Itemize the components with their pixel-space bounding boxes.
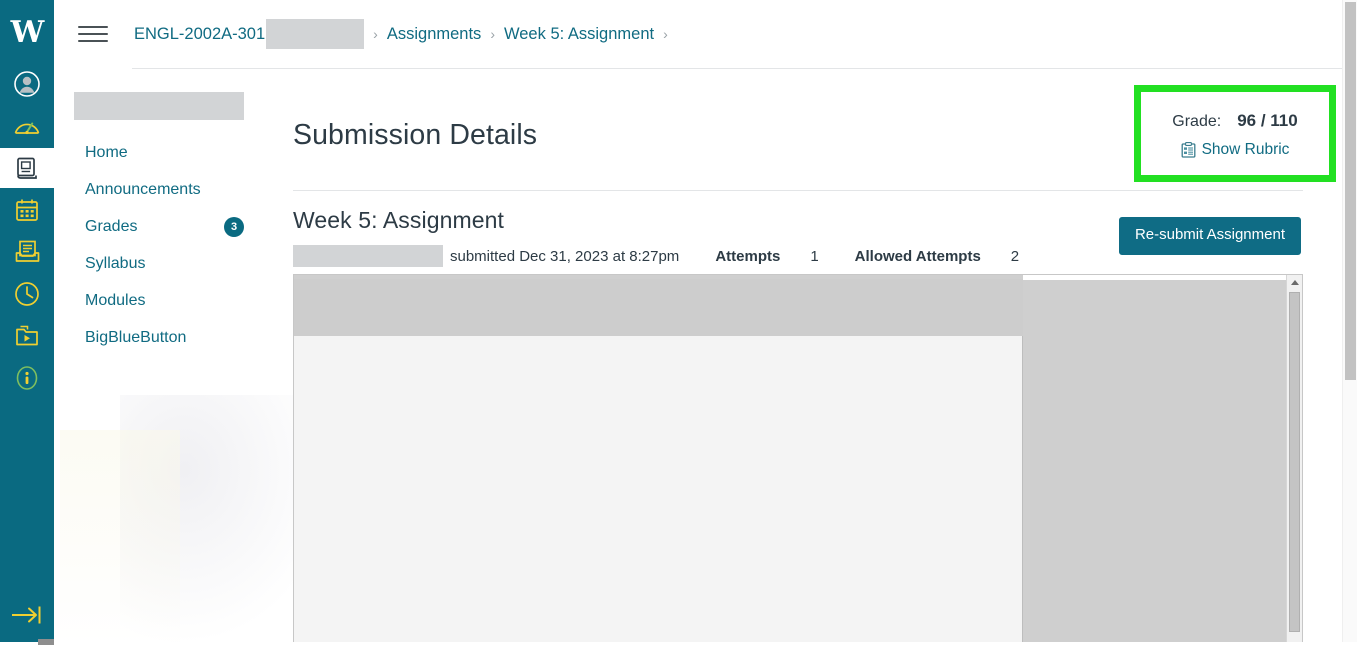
sidebar-item-label: Announcements	[85, 180, 201, 198]
sidebar-item-home[interactable]: Home	[74, 134, 254, 171]
sidebar-item-grades[interactable]: Grades 3	[74, 208, 254, 245]
preview-top-gap	[1023, 275, 1287, 280]
allowed-attempts-label: Allowed Attempts	[854, 247, 981, 265]
sidebar-item-label: Grades	[85, 217, 138, 235]
hamburger-line	[78, 33, 108, 35]
preview-document-page	[294, 336, 1023, 644]
scroll-up-arrow-icon[interactable]	[1287, 275, 1302, 290]
submitted-timestamp: submitted Dec 31, 2023 at 8:27pm	[450, 247, 680, 265]
sidebar-item-label: BigBlueButton	[85, 328, 187, 346]
history-clock-icon[interactable]	[0, 274, 54, 314]
grade-line: Grade: 96 / 110	[1172, 111, 1297, 131]
canvas-submission-details-page: W ENGL-2002A-301 › Assignments › Week 5:…	[0, 0, 1357, 645]
nav-bottom-marker	[38, 639, 54, 645]
sidebar-item-label: Modules	[85, 291, 146, 309]
help-info-icon[interactable]	[0, 358, 54, 398]
allowed-attempts-value: 2	[1010, 247, 1020, 265]
breadcrumb-item-assignments[interactable]: Assignments	[387, 25, 481, 44]
show-rubric-label: Show Rubric	[1201, 140, 1290, 158]
grade-highlight-annotation: Grade: 96 / 110 Show Rubric	[1134, 85, 1336, 182]
student-name-redacted	[293, 245, 443, 268]
scroll-up-triangle	[1290, 280, 1299, 285]
breadcrumb-divider	[132, 68, 1357, 69]
sidebar-item-bigbluebutton[interactable]: BigBlueButton	[74, 319, 254, 356]
attempts-value: 1	[810, 247, 819, 265]
grade-value: 96 / 110	[1237, 110, 1298, 130]
preview-scrollbar-thumb[interactable]	[1289, 292, 1300, 632]
page-scrollbar-thumb[interactable]	[1345, 2, 1356, 380]
courses-book-icon[interactable]	[0, 148, 54, 188]
sidebar-item-announcements[interactable]: Announcements	[74, 171, 254, 208]
breadcrumb: ENGL-2002A-301 › Assignments › Week 5: A…	[134, 19, 677, 49]
sidebar-item-label: Home	[85, 143, 128, 161]
preview-toolbar-redacted	[294, 279, 1023, 336]
studio-folder-play-icon[interactable]	[0, 316, 54, 356]
breadcrumb-separator: ›	[663, 26, 668, 42]
submission-document-preview[interactable]	[293, 274, 1303, 645]
dashboard-gauge-icon[interactable]	[0, 106, 54, 146]
preview-scrollbar[interactable]	[1286, 275, 1302, 644]
breadcrumb-bar: ENGL-2002A-301 › Assignments › Week 5: A…	[54, 0, 1357, 69]
breadcrumb-separator: ›	[490, 26, 495, 42]
breadcrumb-separator: ›	[373, 26, 378, 42]
background-watermark-secondary	[60, 430, 180, 645]
title-divider	[293, 190, 1303, 192]
page-scrollbar[interactable]	[1342, 0, 1357, 645]
sidebar-item-modules[interactable]: Modules	[74, 282, 254, 319]
sidebar-item-label: Syllabus	[85, 254, 146, 272]
wikipedia-w-logo[interactable]: W	[0, 0, 54, 62]
grade-label: Grade:	[1172, 112, 1222, 130]
inbox-icon[interactable]	[0, 232, 54, 272]
allowed-attempts-group: Allowed Attempts 2	[855, 248, 1019, 265]
resubmit-assignment-button[interactable]: Re-submit Assignment	[1118, 217, 1301, 255]
account-icon[interactable]	[0, 64, 54, 104]
grades-unread-badge: 3	[224, 216, 244, 237]
hamburger-line	[78, 40, 108, 42]
breadcrumb-item-assignment[interactable]: Week 5: Assignment	[504, 25, 654, 44]
breadcrumb-item-course[interactable]: ENGL-2002A-301	[134, 25, 265, 44]
hamburger-line	[78, 26, 108, 28]
calendar-icon[interactable]	[0, 190, 54, 230]
rubric-clipboard-icon	[1181, 141, 1196, 158]
grade-box: Grade: 96 / 110 Show Rubric	[1141, 92, 1329, 175]
course-name-redacted	[74, 92, 244, 120]
course-navigation: Home Announcements Grades 3 Syllabus Mod…	[74, 92, 254, 356]
hamburger-menu-icon[interactable]	[78, 20, 114, 48]
attempts-label: Attempts	[715, 247, 781, 265]
sidebar-item-syllabus[interactable]: Syllabus	[74, 245, 254, 282]
breadcrumb-item-redacted	[266, 19, 365, 49]
show-rubric-link[interactable]: Show Rubric	[1181, 140, 1290, 159]
expand-nav-arrow-icon[interactable]	[0, 593, 54, 637]
submission-meta-row: submitted Dec 31, 2023 at 8:27pm Attempt…	[293, 217, 1303, 268]
attempts-group: Attempts 1	[715, 248, 818, 265]
global-navigation: W	[0, 0, 54, 645]
